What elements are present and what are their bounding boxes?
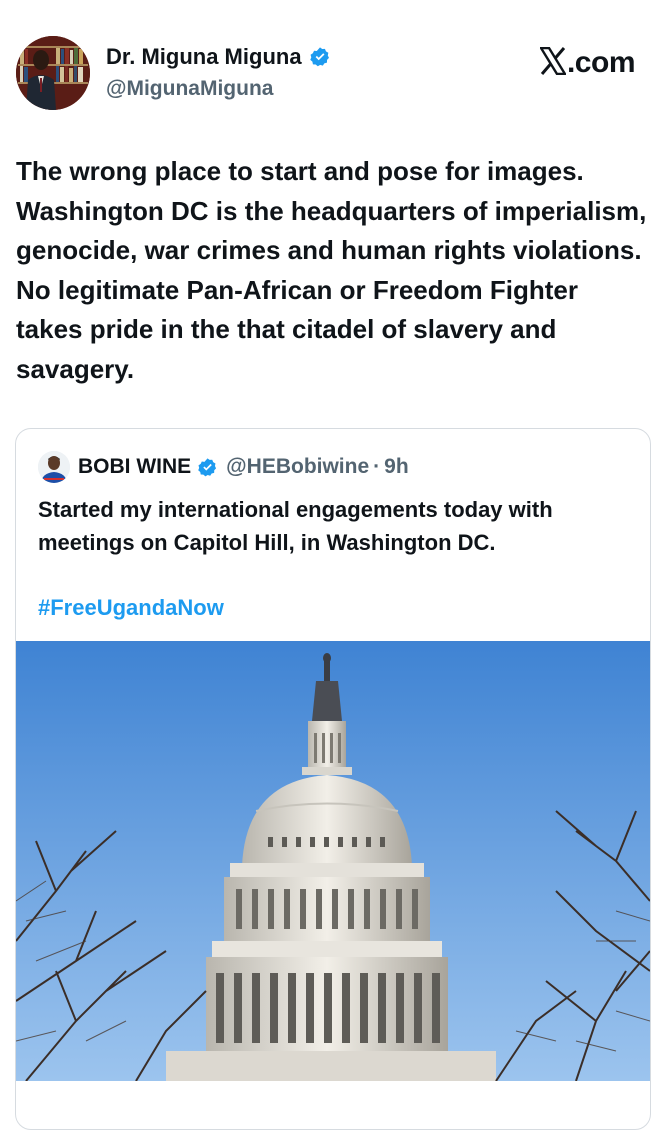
- x-com-watermark: .com: [538, 46, 636, 80]
- quoted-timestamp[interactable]: 9h: [384, 455, 409, 479]
- brand-suffix: .com: [566, 46, 636, 79]
- verified-badge-icon: [309, 46, 331, 68]
- quoted-tweet-text: Started my international engagements tod…: [38, 497, 553, 555]
- x-logo-icon: [538, 46, 568, 76]
- hashtag-link[interactable]: #FreeUgandaNow: [38, 595, 224, 621]
- quoted-tweet-card[interactable]: BOBI WINE @HEBobiwine · 9h Started my in…: [15, 428, 651, 1130]
- quoted-author-handle[interactable]: @HEBobiwine: [226, 455, 369, 479]
- author-display-name[interactable]: Dr. Miguna Miguna: [106, 44, 302, 70]
- bookshelf-portrait-icon: [16, 36, 90, 110]
- quoted-author-avatar[interactable]: [38, 451, 70, 483]
- capitol-dome-photo[interactable]: [16, 641, 650, 1082]
- quoted-tweet-header: BOBI WINE @HEBobiwine · 9h: [38, 451, 409, 483]
- meta-separator: ·: [373, 455, 381, 478]
- quoted-verified-badge-icon: [197, 457, 218, 478]
- person-portrait-icon: [38, 451, 70, 483]
- capitol-dome-image: [16, 641, 650, 1082]
- author-handle[interactable]: @MigunaMiguna: [106, 77, 273, 101]
- author-name-row: Dr. Miguna Miguna: [106, 44, 331, 70]
- quoted-author-display-name[interactable]: BOBI WINE: [78, 455, 191, 479]
- author-avatar[interactable]: [16, 36, 90, 110]
- tweet-header: Dr. Miguna Miguna @MigunaMiguna .com: [0, 0, 665, 130]
- tweet-body-text: The wrong place to start and pose for im…: [16, 156, 647, 384]
